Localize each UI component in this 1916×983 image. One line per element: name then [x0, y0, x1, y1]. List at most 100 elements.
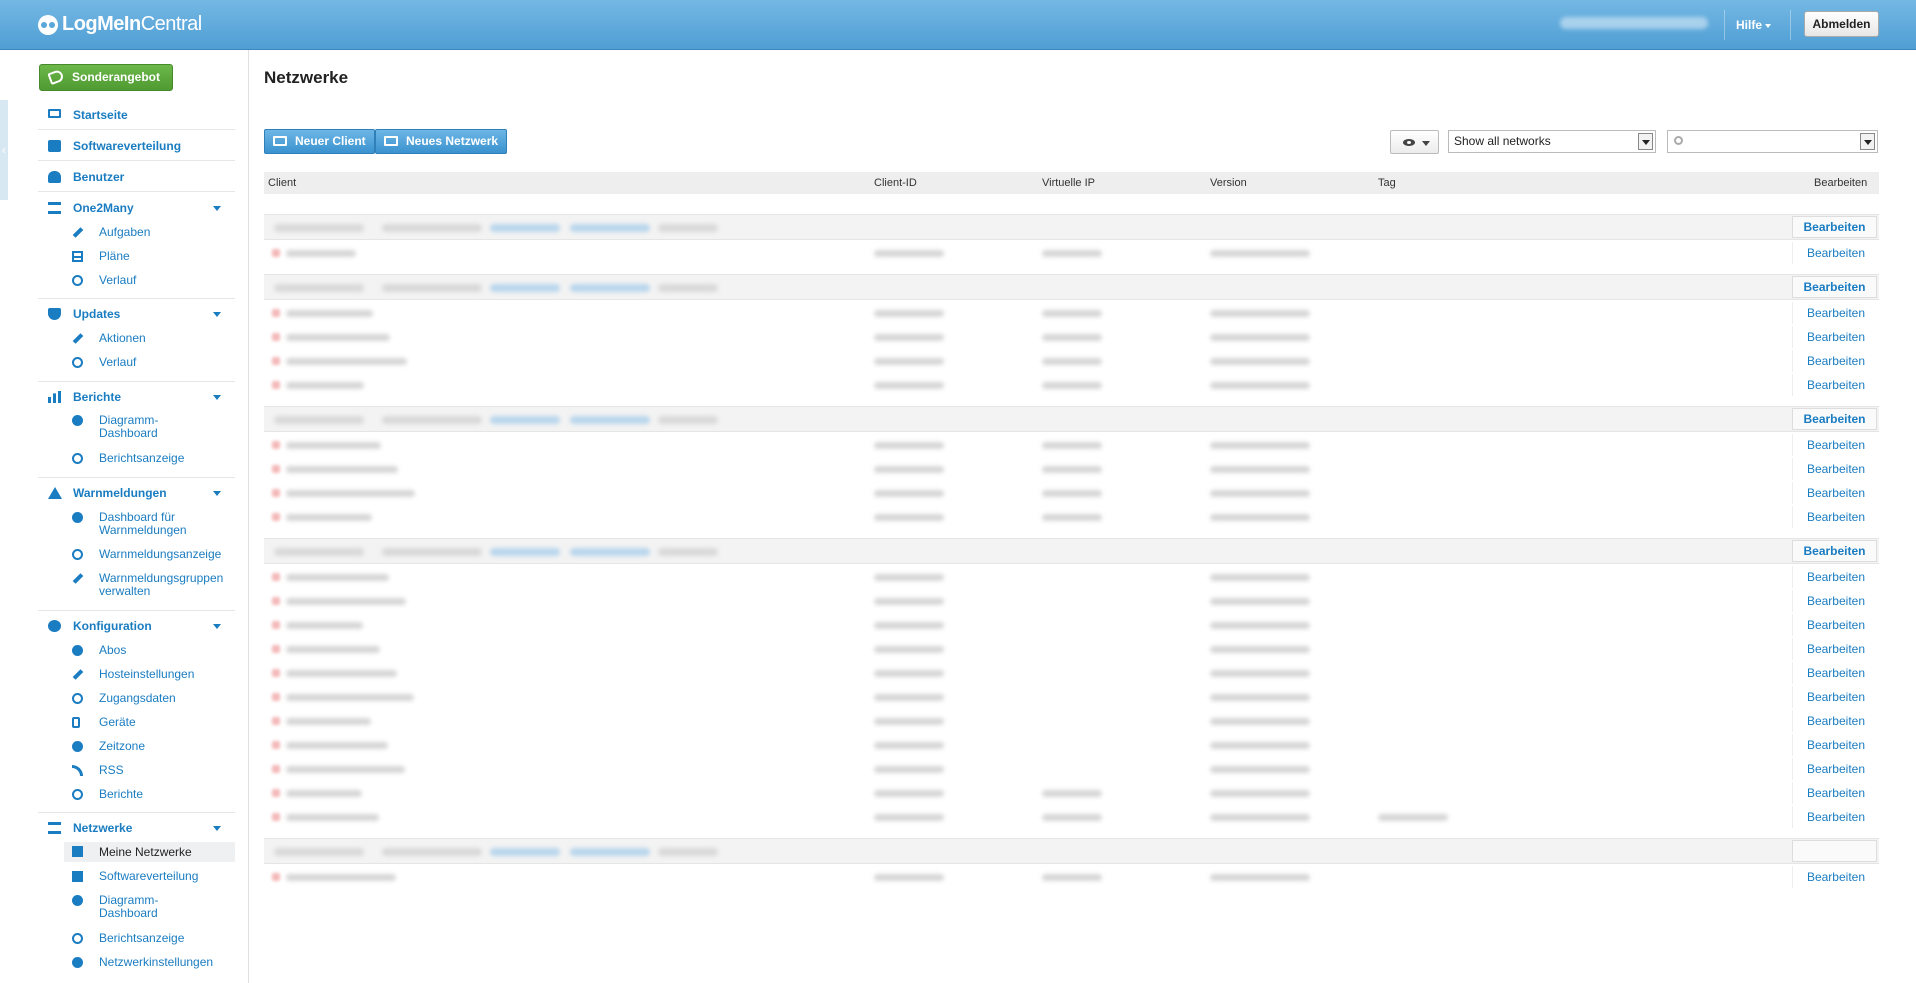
- sidebar-item-benutzer[interactable]: Benutzer: [38, 162, 235, 192]
- sidebar-subitem-berichtsanzeige[interactable]: Berichtsanzeige: [38, 452, 235, 465]
- network-group-row[interactable]: Bearbeiten: [264, 214, 1879, 240]
- logmein-logo[interactable]: LogMeIn Central: [38, 13, 202, 36]
- sidebar-subitem-geraete[interactable]: Geräte: [38, 716, 235, 729]
- sidebar-collapse-handle[interactable]: ‹: [0, 100, 8, 200]
- col-tag[interactable]: Tag: [1378, 177, 1396, 189]
- edit-link[interactable]: Bearbeiten: [1807, 438, 1865, 452]
- network-filter-select[interactable]: Show all networks: [1448, 130, 1656, 153]
- logout-button[interactable]: Abmelden: [1804, 11, 1879, 37]
- col-client-id[interactable]: Client-ID: [874, 177, 917, 189]
- sidebar-subitem-verlauf[interactable]: Verlauf: [38, 274, 235, 287]
- sidebar-subitem-aktionen[interactable]: Aktionen: [38, 332, 235, 345]
- table-row[interactable]: Bearbeiten: [264, 757, 1879, 781]
- sidebar-subitem-diagramm-dashboard[interactable]: Diagramm- Dashboard: [38, 894, 235, 920]
- sidebar-item-warnmeldungen[interactable]: Warnmeldungen: [38, 478, 235, 508]
- table-row[interactable]: Bearbeiten: [264, 637, 1879, 661]
- sidebar-subitem-zeitzone[interactable]: Zeitzone: [38, 740, 235, 753]
- table-row[interactable]: Bearbeiten: [264, 505, 1879, 529]
- table-row[interactable]: Bearbeiten: [264, 613, 1879, 637]
- help-menu[interactable]: Hilfe: [1736, 18, 1772, 32]
- edit-link[interactable]: Bearbeiten: [1807, 354, 1865, 368]
- sidebar-item-konfiguration[interactable]: Konfiguration: [38, 611, 235, 641]
- network-group-row[interactable]: [264, 838, 1879, 864]
- edit-link[interactable]: Bearbeiten: [1807, 510, 1865, 524]
- sidebar-subitem-berichtsanzeige[interactable]: Berichtsanzeige: [38, 932, 235, 945]
- edit-link[interactable]: Bearbeiten: [1807, 810, 1865, 824]
- edit-link[interactable]: Bearbeiten: [1807, 378, 1865, 392]
- sidebar-subitem-warn-dashboard[interactable]: Dashboard für Warnmeldungen: [38, 511, 235, 537]
- edit-group-button[interactable]: Bearbeiten: [1792, 408, 1877, 430]
- col-virtual-ip[interactable]: Virtuelle IP: [1042, 177, 1095, 189]
- table-row[interactable]: Bearbeiten: [264, 325, 1879, 349]
- sidebar-subitem-netzwerkinstellungen[interactable]: Netzwerkinstellungen: [38, 956, 235, 969]
- sidebar-item-one2many[interactable]: One2Many: [38, 193, 235, 223]
- sidebar-subitem-warnmeldungsanzeige[interactable]: Warnmeldungsanzeige: [38, 548, 235, 561]
- sidebar-subitem-verlauf[interactable]: Verlauf: [38, 356, 235, 369]
- col-version[interactable]: Version: [1210, 177, 1247, 189]
- search-input[interactable]: [1667, 130, 1878, 153]
- edit-link[interactable]: Bearbeiten: [1807, 714, 1865, 728]
- table-row[interactable]: Bearbeiten: [264, 781, 1879, 805]
- table-row[interactable]: Bearbeiten: [264, 805, 1879, 829]
- table-row[interactable]: Bearbeiten: [264, 457, 1879, 481]
- edit-link[interactable]: Bearbeiten: [1807, 666, 1865, 680]
- edit-link[interactable]: Bearbeiten: [1807, 690, 1865, 704]
- sidebar-subitem-aufgaben[interactable]: Aufgaben: [38, 226, 235, 239]
- edit-link[interactable]: Bearbeiten: [1807, 246, 1865, 260]
- sidebar-subitem-zugangsdaten[interactable]: Zugangsdaten: [38, 692, 235, 705]
- user-email-blurred[interactable]: [1560, 17, 1708, 29]
- sidebar-subitem-diagramm-dashboard[interactable]: Diagramm- Dashboard: [38, 414, 235, 440]
- edit-link[interactable]: Bearbeiten: [1807, 786, 1865, 800]
- table-row[interactable]: Bearbeiten: [264, 301, 1879, 325]
- network-group-row[interactable]: Bearbeiten: [264, 406, 1879, 432]
- edit-link[interactable]: Bearbeiten: [1807, 594, 1865, 608]
- table-row[interactable]: Bearbeiten: [264, 685, 1879, 709]
- dropdown-arrow-icon[interactable]: [1638, 133, 1653, 150]
- edit-link[interactable]: Bearbeiten: [1807, 570, 1865, 584]
- edit-link[interactable]: Bearbeiten: [1807, 330, 1865, 344]
- table-row[interactable]: Bearbeiten: [264, 481, 1879, 505]
- edit-group-button[interactable]: Bearbeiten: [1792, 540, 1877, 562]
- sidebar-subitem-berichte[interactable]: Berichte: [38, 788, 235, 801]
- table-row[interactable]: Bearbeiten: [264, 433, 1879, 457]
- new-network-button[interactable]: Neues Netzwerk: [375, 129, 508, 154]
- sidebar-subitem-warn-gruppen[interactable]: Warnmeldungsgruppen verwalten: [38, 572, 235, 598]
- edit-link[interactable]: Bearbeiten: [1807, 870, 1865, 884]
- table-row[interactable]: Bearbeiten: [264, 241, 1879, 265]
- edit-link[interactable]: Bearbeiten: [1807, 762, 1865, 776]
- sidebar-subitem-abos[interactable]: Abos: [38, 644, 235, 657]
- network-group-row[interactable]: Bearbeiten: [264, 538, 1879, 564]
- new-client-button[interactable]: Neuer Client: [264, 129, 375, 154]
- table-row[interactable]: Bearbeiten: [264, 349, 1879, 373]
- sidebar-subitem-rss[interactable]: RSS: [38, 764, 235, 777]
- table-row[interactable]: Bearbeiten: [264, 373, 1879, 397]
- sidebar-item-softwareverteilung[interactable]: Softwareverteilung: [38, 131, 235, 161]
- table-row[interactable]: Bearbeiten: [264, 565, 1879, 589]
- sidebar-subitem-hosteinstellungen[interactable]: Hosteinstellungen: [38, 668, 235, 681]
- view-options-button[interactable]: [1390, 130, 1439, 154]
- edit-group-button[interactable]: Bearbeiten: [1792, 276, 1877, 298]
- sidebar-subitem-plaene[interactable]: Pläne: [38, 250, 235, 263]
- sidebar-item-updates[interactable]: Updates: [38, 299, 235, 329]
- edit-link[interactable]: Bearbeiten: [1807, 462, 1865, 476]
- edit-link[interactable]: Bearbeiten: [1807, 486, 1865, 500]
- sidebar-subitem-softwareverteilung[interactable]: Softwareverteilung: [38, 870, 235, 883]
- edit-link[interactable]: Bearbeiten: [1807, 738, 1865, 752]
- special-offer-button[interactable]: Sonderangebot: [39, 64, 173, 91]
- table-row[interactable]: Bearbeiten: [264, 733, 1879, 757]
- sidebar-item-startseite[interactable]: Startseite: [38, 100, 235, 130]
- table-row[interactable]: Bearbeiten: [264, 661, 1879, 685]
- dropdown-arrow-icon[interactable]: [1860, 133, 1875, 150]
- sidebar-item-netzwerke[interactable]: Netzwerke: [38, 813, 235, 843]
- edit-group-button[interactable]: Bearbeiten: [1792, 216, 1877, 238]
- table-row[interactable]: Bearbeiten: [264, 589, 1879, 613]
- sidebar-subitem-meine-netzwerke[interactable]: Meine Netzwerke: [64, 842, 235, 862]
- edit-link[interactable]: Bearbeiten: [1807, 618, 1865, 632]
- edit-link[interactable]: Bearbeiten: [1807, 306, 1865, 320]
- sidebar-item-berichte[interactable]: Berichte: [38, 382, 235, 412]
- edit-link[interactable]: Bearbeiten: [1807, 642, 1865, 656]
- table-row[interactable]: Bearbeiten: [264, 865, 1879, 889]
- col-client[interactable]: Client: [268, 177, 296, 189]
- network-group-row[interactable]: Bearbeiten: [264, 274, 1879, 300]
- table-row[interactable]: Bearbeiten: [264, 709, 1879, 733]
